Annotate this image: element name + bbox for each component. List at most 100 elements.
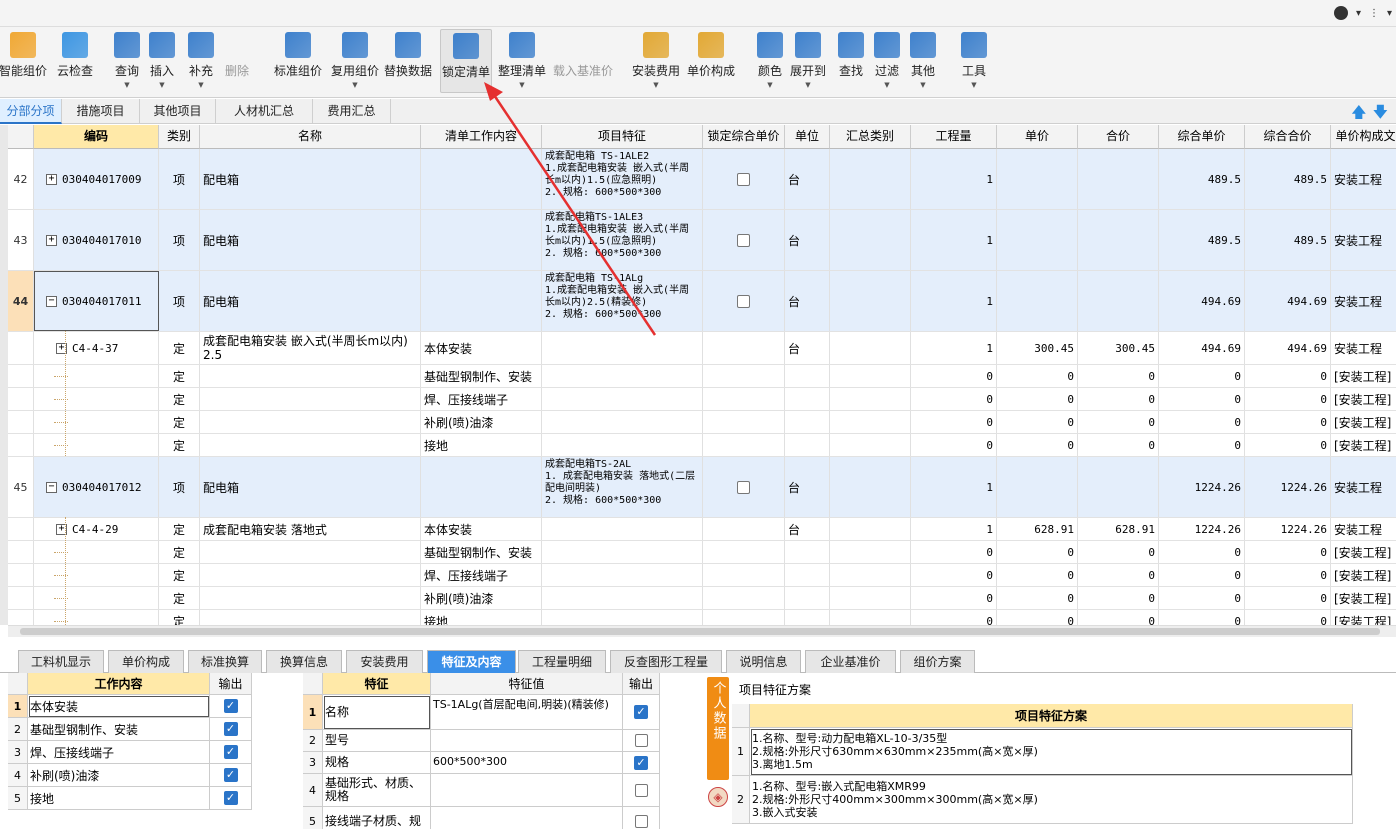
chevron-down-icon[interactable]: ▾ bbox=[1387, 8, 1392, 19]
column-header[interactable]: 编码 bbox=[34, 125, 159, 149]
output-cell[interactable]: ✓ bbox=[210, 695, 252, 718]
table-row[interactable]: 定补刷(喷)油漆 0 0 0 0 0 [安装工程] bbox=[8, 587, 1396, 610]
toolbar-button-color[interactable]: 颜色 ▼ bbox=[756, 29, 784, 93]
toolbar-button-filter[interactable]: 过滤 ▼ bbox=[872, 29, 902, 93]
table-row[interactable]: 45−030404017012 项配电箱 成套配电箱TS-2AL 1. 成套配电箱安… bbox=[8, 457, 1396, 518]
bottom-tab-2[interactable]: 标准换算 bbox=[188, 650, 262, 673]
table-row[interactable]: 定焊、压接线端子 0 0 0 0 0 [安装工程] bbox=[8, 564, 1396, 587]
output-cell[interactable]: ✓ bbox=[210, 741, 252, 764]
output-cell[interactable] bbox=[623, 730, 660, 752]
checkbox[interactable] bbox=[634, 783, 648, 797]
lock-price-checkbox[interactable] bbox=[703, 271, 785, 331]
toolbar-button-other[interactable]: 其他 ▼ bbox=[908, 29, 938, 93]
toolbar-button-cloud-check[interactable]: 云检查 bbox=[54, 29, 96, 93]
toolbar-button-standard-price[interactable]: 标准组价 bbox=[272, 29, 324, 93]
checked-checkbox[interactable]: ✓ bbox=[223, 768, 238, 782]
column-header[interactable]: 名称 bbox=[200, 125, 421, 149]
feature-value[interactable] bbox=[431, 774, 623, 807]
scrollbar-thumb[interactable] bbox=[20, 628, 1380, 635]
feature-value[interactable] bbox=[431, 730, 623, 752]
toolbar-button-insert[interactable]: 插入 ▼ bbox=[146, 29, 178, 93]
table-row[interactable]: + C4-4-29 定成套配电箱安装 落地式 本体安装台 1 628.91 628.91 12… bbox=[8, 518, 1396, 541]
work-content-item[interactable]: 接地 bbox=[28, 787, 210, 810]
checkbox[interactable] bbox=[737, 233, 750, 247]
tab-0[interactable]: 分部分项 bbox=[0, 99, 62, 124]
table-row[interactable]: 44−030404017011 项配电箱 成套配电箱 TS-1ALg 1.成套配电箱… bbox=[8, 271, 1396, 332]
lock-price-checkbox[interactable] bbox=[703, 388, 785, 410]
toolbar-button-install-fee[interactable]: 安装费用 ▼ bbox=[630, 29, 682, 93]
bottom-tab-4[interactable]: 安装费用 bbox=[346, 650, 423, 673]
toolbar-button-organize-list[interactable]: 整理清单 ▼ bbox=[496, 29, 548, 93]
toolbar-button-supplement[interactable]: 补充 ▼ bbox=[184, 29, 218, 93]
column-header[interactable]: 类别 bbox=[159, 125, 200, 149]
lock-price-checkbox[interactable] bbox=[703, 332, 785, 364]
column-header[interactable]: 综合合价 bbox=[1245, 125, 1331, 149]
toolbar-button-find[interactable]: 查找 bbox=[834, 29, 868, 93]
lock-price-checkbox[interactable] bbox=[703, 365, 785, 387]
output-cell[interactable]: ✓ bbox=[623, 695, 660, 730]
toolbar-button-smart-price[interactable]: 智能组价 bbox=[0, 29, 47, 93]
lock-price-checkbox[interactable] bbox=[703, 149, 785, 209]
toolbar-button-unit-price[interactable]: 单价构成 bbox=[684, 29, 738, 93]
lock-price-checkbox[interactable] bbox=[703, 434, 785, 456]
toolbar-button-lock-list[interactable]: 锁定清单 bbox=[440, 29, 492, 93]
feature-name[interactable]: 名称 bbox=[323, 695, 431, 730]
table-row[interactable]: + C4-4-37 定成套配电箱安装 嵌入式(半周长m以内) 2.5 本体安装台 1 30… bbox=[8, 332, 1396, 365]
output-cell[interactable] bbox=[623, 774, 660, 807]
toolbar-button-delete[interactable]: 删除 bbox=[222, 29, 252, 93]
checked-checkbox[interactable]: ✓ bbox=[223, 722, 238, 736]
column-header[interactable]: 清单工作内容 bbox=[421, 125, 542, 149]
scheme-item[interactable]: 1.名称、型号:动力配电箱XL-10-3/35型 2.规格:外形尺寸630mm×6… bbox=[750, 728, 1353, 776]
toolbar-button-query[interactable]: 查询 ▼ bbox=[110, 29, 144, 93]
collapse-icon[interactable]: − bbox=[46, 295, 57, 307]
avatar[interactable] bbox=[1333, 6, 1348, 20]
bottom-tab-1[interactable]: 单价构成 bbox=[108, 650, 184, 673]
column-header[interactable]: 单价构成文 bbox=[1331, 125, 1396, 149]
lock-price-checkbox[interactable] bbox=[703, 210, 785, 270]
horizontal-scrollbar[interactable] bbox=[8, 625, 1396, 637]
table-row[interactable]: 定焊、压接线端子 0 0 0 0 0 [安装工程] bbox=[8, 388, 1396, 411]
checked-checkbox[interactable]: ✓ bbox=[223, 791, 238, 805]
scheme-item[interactable]: 1.名称、型号:嵌入式配电箱XMR99 2.规格:外形尺寸400mm×300mm×… bbox=[750, 776, 1353, 824]
lock-price-checkbox[interactable] bbox=[703, 610, 785, 625]
expand-icon[interactable]: + bbox=[46, 173, 57, 185]
column-header[interactable]: 综合单价 bbox=[1159, 125, 1245, 149]
bottom-tab-3[interactable]: 换算信息 bbox=[266, 650, 342, 673]
table-row[interactable]: 定补刷(喷)油漆 0 0 0 0 0 [安装工程] bbox=[8, 411, 1396, 434]
tab-2[interactable]: 其他项目 bbox=[140, 99, 216, 124]
output-cell[interactable]: ✓ bbox=[623, 752, 660, 774]
tab-3[interactable]: 人材机汇总 bbox=[216, 99, 313, 124]
column-header[interactable]: 单位 bbox=[785, 125, 830, 149]
work-content-item[interactable]: 补刷(喷)油漆 bbox=[28, 764, 210, 787]
checkbox[interactable] bbox=[737, 480, 750, 494]
feature-name[interactable]: 规格 bbox=[323, 752, 431, 774]
checkbox[interactable] bbox=[634, 734, 648, 747]
toolbar-button-tools[interactable]: 工具 ▼ bbox=[958, 29, 990, 93]
table-row[interactable]: 42 +030404017009 项配电箱 成套配电箱 TS-1ALE2 1.成套配电… bbox=[8, 149, 1396, 210]
lock-price-checkbox[interactable] bbox=[703, 541, 785, 563]
work-content-item[interactable]: 本体安装 bbox=[28, 695, 210, 718]
checkbox[interactable] bbox=[634, 815, 648, 828]
output-cell[interactable]: ✓ bbox=[210, 764, 252, 787]
checkbox[interactable] bbox=[737, 172, 750, 186]
feature-name[interactable]: 基础形式、材质、规格 bbox=[323, 774, 431, 807]
scheme-settings-icon[interactable]: ◈ bbox=[708, 787, 728, 807]
work-content-item[interactable]: 基础型钢制作、安装 bbox=[28, 718, 210, 741]
lock-price-checkbox[interactable] bbox=[703, 411, 785, 433]
table-row[interactable]: 43 +030404017010 项配电箱 成套配电箱TS-1ALE3 1.成套配电箱… bbox=[8, 210, 1396, 271]
collapse-icon[interactable]: − bbox=[46, 481, 57, 493]
move-arrows[interactable]: 🡅🡇 bbox=[1351, 102, 1394, 127]
column-header[interactable]: 锁定综合单价 bbox=[703, 125, 785, 149]
checked-checkbox[interactable]: ✓ bbox=[223, 699, 238, 713]
bottom-tab-7[interactable]: 反查图形工程量 bbox=[610, 650, 722, 673]
bottom-tab-10[interactable]: 组价方案 bbox=[900, 650, 975, 673]
arrow-down-icon[interactable]: 🡇 bbox=[1373, 103, 1394, 121]
feature-value[interactable]: TS-1ALg(首层配电间,明装)(精装修) bbox=[431, 695, 623, 730]
feature-name[interactable]: 型号 bbox=[323, 730, 431, 752]
output-cell[interactable] bbox=[623, 807, 660, 829]
toolbar-button-replace-data[interactable]: 替换数据 bbox=[382, 29, 434, 93]
arrow-up-icon[interactable]: 🡅 bbox=[1351, 103, 1372, 121]
tab-4[interactable]: 费用汇总 bbox=[313, 99, 391, 124]
bottom-tab-0[interactable]: 工料机显示 bbox=[18, 650, 104, 673]
bottom-tab-8[interactable]: 说明信息 bbox=[726, 650, 801, 673]
